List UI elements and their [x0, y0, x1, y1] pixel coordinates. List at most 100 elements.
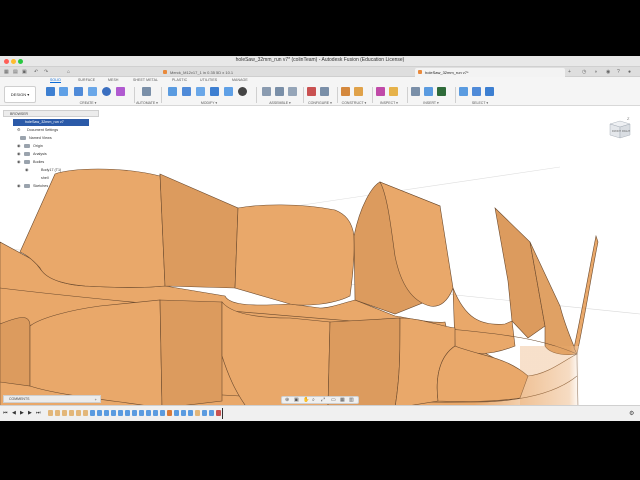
- insert-image-icon[interactable]: [424, 87, 433, 96]
- timeline-feature-icon[interactable]: [90, 410, 95, 416]
- timeline-feature-icon[interactable]: [216, 410, 221, 416]
- offset-plane-icon[interactable]: [341, 87, 350, 96]
- zoom-icon[interactable]: ⌕: [312, 398, 317, 403]
- form-icon[interactable]: [116, 87, 125, 96]
- undo-icon[interactable]: ↶: [34, 69, 38, 75]
- timeline-marker[interactable]: [222, 408, 223, 419]
- fast-forward-icon[interactable]: ⏭: [36, 410, 41, 416]
- eye-icon[interactable]: ◉: [17, 144, 22, 148]
- timeline-feature-icon[interactable]: [146, 410, 151, 416]
- display-settings-icon[interactable]: ▭: [331, 398, 336, 403]
- hole-icon[interactable]: [102, 87, 111, 96]
- eye-icon[interactable]: ◉: [25, 168, 30, 172]
- timeline-feature-icon[interactable]: [139, 410, 144, 416]
- help-icon[interactable]: ?: [617, 69, 620, 75]
- as-built-joint-icon[interactable]: [275, 87, 284, 96]
- insert-derive-icon[interactable]: [411, 87, 420, 96]
- timeline-feature-icon[interactable]: [209, 410, 214, 416]
- view-cube[interactable]: Z FRONT RIGHT: [606, 116, 634, 142]
- home-icon[interactable]: ⌂: [67, 69, 70, 75]
- axis-icon[interactable]: [354, 87, 363, 96]
- timeline-feature-icon[interactable]: [83, 410, 88, 416]
- tab-utilities[interactable]: UTILITIES: [200, 78, 217, 82]
- timeline-feature-icon[interactable]: [97, 410, 102, 416]
- select-icon[interactable]: [459, 87, 468, 96]
- configure-menu[interactable]: CONFIGURE ▾: [305, 101, 335, 105]
- timeline-feature-icon[interactable]: [174, 410, 179, 416]
- design-workspace-button[interactable]: DESIGN ▾: [4, 86, 36, 103]
- timeline-feature-icon[interactable]: [132, 410, 137, 416]
- extrude-icon[interactable]: [74, 87, 83, 96]
- fit-icon[interactable]: ⤢: [321, 398, 326, 403]
- timeline-feature-icon[interactable]: [118, 410, 123, 416]
- timeline-feature-icon[interactable]: [48, 410, 53, 416]
- timeline-feature-icon[interactable]: [188, 410, 193, 416]
- save-icon[interactable]: ▣: [22, 69, 27, 75]
- timeline-feature-icon[interactable]: [202, 410, 207, 416]
- eye-icon[interactable]: ◉: [17, 152, 22, 156]
- chamfer-icon[interactable]: [196, 87, 205, 96]
- press-pull-icon[interactable]: [168, 87, 177, 96]
- construct-menu[interactable]: CONSTRUCT ▾: [339, 101, 369, 105]
- automate-menu[interactable]: AUTOMATE ▾: [136, 101, 158, 105]
- create-menu[interactable]: CREATE ▾: [44, 101, 132, 105]
- combine-icon[interactable]: [224, 87, 233, 96]
- insert-menu[interactable]: INSERT ▾: [409, 101, 453, 105]
- step-forward-icon[interactable]: ▶: [28, 410, 32, 416]
- select-menu[interactable]: SELECT ▾: [457, 101, 503, 105]
- lower-tooth[interactable]: [436, 345, 529, 402]
- grid-icon[interactable]: ▦: [4, 69, 9, 75]
- new-tab-icon[interactable]: +: [568, 69, 571, 75]
- timeline-feature-icon[interactable]: [167, 410, 172, 416]
- tab-surface[interactable]: SURFACE: [78, 78, 95, 82]
- rewind-icon[interactable]: ⏮: [3, 410, 8, 416]
- redo-icon[interactable]: ↷: [44, 69, 48, 75]
- browser-root-item[interactable]: holeSaw_32mm_run v7: [13, 119, 89, 126]
- timeline-feature-icon[interactable]: [62, 410, 67, 416]
- gear-icon[interactable]: ⚙: [629, 410, 634, 417]
- clock-icon[interactable]: ◷: [582, 69, 586, 75]
- timeline-feature-icon[interactable]: [55, 410, 60, 416]
- viewports-icon[interactable]: ▥: [349, 398, 354, 403]
- interference-icon[interactable]: [389, 87, 398, 96]
- move-icon[interactable]: [238, 87, 247, 96]
- comments-panel[interactable]: COMMENTS +: [3, 395, 101, 403]
- tab-mesh[interactable]: MESH: [108, 78, 119, 82]
- timeline-feature-icon[interactable]: [76, 410, 81, 416]
- modify-menu[interactable]: MODIFY ▾: [166, 101, 252, 105]
- joint-icon[interactable]: [262, 87, 271, 96]
- look-at-icon[interactable]: ▣: [294, 398, 299, 403]
- tab-holesaw[interactable]: holeSaw_32mm_run v7*: [415, 68, 565, 77]
- timeline-feature-icon[interactable]: [181, 410, 186, 416]
- timeline-feature-icon[interactable]: [69, 410, 74, 416]
- timeline-feature-icon[interactable]: [104, 410, 109, 416]
- tab-solid[interactable]: SOLID: [50, 78, 62, 83]
- insert-mesh-icon[interactable]: [437, 87, 446, 96]
- step-back-icon[interactable]: ◀: [12, 410, 16, 416]
- parameters-icon[interactable]: [320, 87, 329, 96]
- grid-settings-icon[interactable]: ▦: [340, 398, 345, 403]
- configure-icon[interactable]: [307, 87, 316, 96]
- eye-icon[interactable]: ◉: [17, 160, 22, 164]
- tab-merck[interactable]: Merck_M12v17_1 in 0.35 5D x 10.1: [160, 68, 270, 77]
- assemble-menu[interactable]: ASSEMBLE ▾: [260, 101, 300, 105]
- timeline-feature-icon[interactable]: [160, 410, 165, 416]
- timeline-feature-icon[interactable]: [125, 410, 130, 416]
- revolve-icon[interactable]: [88, 87, 97, 96]
- timeline-feature-icon[interactable]: [195, 410, 200, 416]
- timeline-feature-icon[interactable]: [153, 410, 158, 416]
- add-comment-button[interactable]: +: [95, 397, 97, 402]
- saw-tooth-tip[interactable]: [573, 234, 599, 355]
- window-select-icon[interactable]: [472, 87, 481, 96]
- tab-manage[interactable]: MANAGE: [232, 78, 248, 82]
- automate-icon[interactable]: [142, 87, 151, 96]
- tab-sheet-metal[interactable]: SHEET METAL: [133, 78, 158, 82]
- play-icon[interactable]: ▶: [20, 410, 24, 416]
- user-avatar-icon[interactable]: ●: [628, 69, 631, 75]
- eye-icon[interactable]: ◉: [17, 184, 22, 188]
- browser-header[interactable]: BROWSER: [3, 110, 99, 117]
- shell-icon[interactable]: [210, 87, 219, 96]
- fillet-icon[interactable]: [182, 87, 191, 96]
- joint-origin-icon[interactable]: [288, 87, 297, 96]
- create-sketch-icon[interactable]: [59, 87, 68, 96]
